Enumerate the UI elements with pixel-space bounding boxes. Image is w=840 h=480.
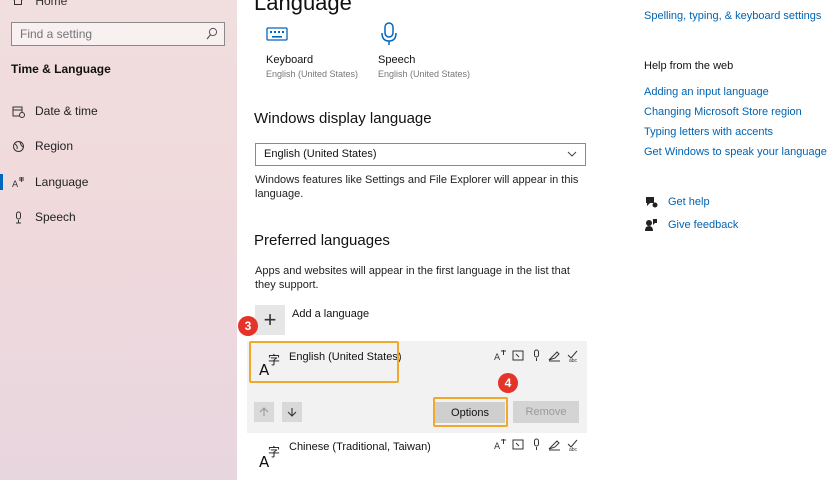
sidebar-item-label: Speech	[35, 210, 76, 224]
sidebar: Home Time & Language Date & time Region …	[0, 0, 237, 480]
give-feedback-label: Give feedback	[668, 219, 739, 231]
search-box[interactable]	[11, 22, 225, 46]
display-language-heading: Windows display language	[254, 110, 432, 127]
sidebar-item-label: Language	[35, 175, 89, 189]
preferred-languages-heading: Preferred languages	[254, 232, 390, 249]
sidebar-item-label: Date & time	[35, 104, 98, 118]
spelling-typing-link[interactable]: Spelling, typing, & keyboard settings	[644, 10, 821, 22]
get-help-link[interactable]: Get help	[644, 195, 710, 209]
remove-button[interactable]: Remove	[513, 401, 579, 423]
svg-text:A: A	[12, 180, 19, 189]
give-feedback-link[interactable]: Give feedback	[644, 218, 738, 232]
step-3-highlight	[249, 341, 399, 383]
move-up-button[interactable]	[254, 402, 274, 422]
keyboard-tile[interactable]: Keyboard English (United States)	[266, 20, 358, 79]
keyboard-icon	[266, 20, 294, 48]
preferred-languages-description: Apps and websites will appear in the fir…	[255, 265, 570, 291]
speech-tile[interactable]: Speech English (United States)	[378, 20, 470, 79]
svg-text:abc: abc	[569, 358, 578, 362]
add-language-label: Add a language	[292, 308, 370, 320]
search-input[interactable]	[12, 23, 192, 45]
microphone-icon	[11, 210, 25, 224]
get-help-label: Get help	[668, 196, 710, 208]
sidebar-item-label: Region	[35, 139, 74, 153]
language-features: A abc	[494, 349, 579, 364]
dropdown-value: English (United States)	[264, 148, 377, 160]
spell-check-icon: abc	[566, 349, 579, 364]
display-language-description: Windows features like Settings and File …	[255, 174, 579, 200]
tile-label: Keyboard	[266, 54, 314, 66]
help-link-adding-input-language[interactable]: Adding an input language	[644, 86, 769, 98]
page-title: Language	[254, 0, 352, 15]
language-icon: A	[11, 175, 25, 189]
tile-sub: English (United States)	[266, 69, 359, 79]
language-name: Chinese (Traditional, Taiwan)	[289, 441, 431, 453]
tile-label: Speech	[378, 54, 416, 66]
add-language-button[interactable]: + Add a language	[255, 305, 369, 335]
sidebar-item-language[interactable]: A Language	[0, 167, 237, 197]
handwriting-icon	[548, 349, 561, 362]
home-label: Home	[35, 0, 68, 8]
text-to-speech-icon	[512, 438, 525, 451]
related-panel: Spelling, typing, & keyboard settings He…	[627, 0, 840, 480]
help-link-typing-accents[interactable]: Typing letters with accents	[644, 126, 773, 138]
microphone-icon	[378, 20, 406, 48]
home-link[interactable]: Home	[12, 0, 67, 8]
svg-text:字: 字	[268, 444, 280, 459]
step-4-badge: 4	[498, 373, 518, 393]
speech-recognition-icon	[530, 438, 543, 451]
language-row-chinese[interactable]: A 字 Chinese (Traditional, Taiwan) A abc	[247, 433, 587, 480]
sidebar-item-date-time[interactable]: Date & time	[0, 96, 237, 126]
chevron-down-icon	[567, 151, 577, 157]
spell-check-icon: abc	[566, 438, 579, 453]
svg-text:A: A	[494, 353, 501, 362]
display-language-dropdown[interactable]: English (United States)	[255, 143, 586, 166]
text-to-speech-icon	[512, 349, 525, 362]
get-help-icon	[644, 195, 658, 209]
language-icon: A 字	[259, 444, 280, 469]
help-link-changing-store-region[interactable]: Changing Microsoft Store region	[644, 106, 802, 118]
sidebar-item-speech[interactable]: Speech	[0, 202, 237, 232]
language-features: A abc	[494, 438, 579, 453]
help-heading: Help from the web	[644, 60, 734, 72]
step-4-highlight	[433, 397, 508, 427]
tile-sub: English (United States)	[378, 69, 471, 79]
svg-text:abc: abc	[569, 447, 578, 451]
feedback-icon	[644, 218, 658, 232]
home-icon	[13, 0, 23, 5]
main-content: Language Keyboard English (United States…	[237, 0, 627, 480]
calendar-clock-icon	[11, 104, 25, 118]
speech-recognition-icon	[530, 349, 543, 362]
sidebar-section-title: Time & Language	[11, 62, 111, 76]
globe-icon	[11, 139, 25, 153]
handwriting-icon	[548, 438, 561, 451]
sidebar-item-region[interactable]: Region	[0, 131, 237, 161]
svg-text:A: A	[494, 442, 501, 451]
help-link-speak-language[interactable]: Get Windows to speak your language	[644, 146, 827, 158]
plus-icon[interactable]: +	[255, 305, 285, 335]
display-language-icon: A	[494, 349, 507, 363]
search-icon[interactable]	[206, 27, 218, 41]
arrow-down-icon	[287, 408, 297, 417]
step-3-badge: 3	[238, 316, 258, 336]
move-down-button[interactable]	[282, 402, 302, 422]
arrow-up-icon	[259, 407, 269, 416]
display-language-icon: A	[494, 438, 507, 452]
